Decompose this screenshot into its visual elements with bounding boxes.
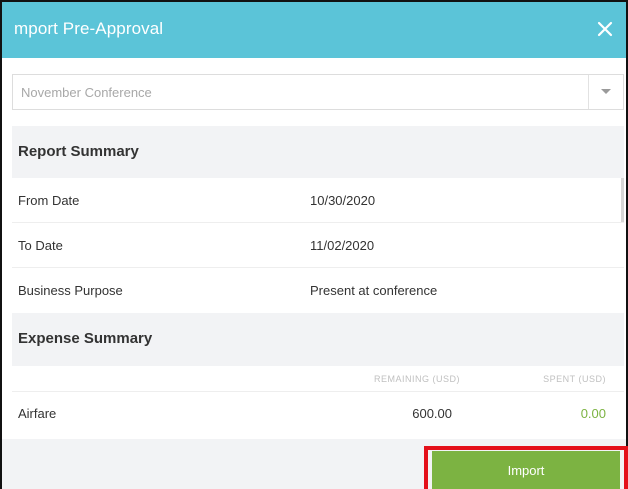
select-divider [588,75,589,109]
expense-remaining: 600.00 [412,406,452,421]
summary-value: 10/30/2020 [310,193,376,208]
expense-column-headers: REMAINING (USD) SPENT (USD) [12,366,624,392]
summary-label: From Date [18,193,80,208]
summary-row-business-purpose: Business Purpose Present at conference [12,268,624,313]
summary-label: To Date [18,238,63,253]
pre-approval-select[interactable]: November Conference [12,74,624,110]
expense-spent: 0.00 [580,406,606,421]
remaining-column-header: REMAINING (USD) [374,374,460,384]
report-summary-heading: Report Summary [18,143,139,160]
close-icon [597,21,613,37]
summary-label: Business Purpose [18,283,123,298]
expense-summary-heading: Expense Summary [18,330,153,347]
summary-row-to-date: To Date 11/02/2020 [12,223,624,268]
chevron-down-icon[interactable] [601,89,611,94]
import-button[interactable]: Import [432,451,620,489]
expense-row-airfare: Airfare 600.00 0.00 [12,393,624,437]
pre-approval-select-value: November Conference [21,85,152,100]
import-pre-approval-dialog: mport Pre-Approval November Conference R… [0,0,628,489]
expense-name: Airfare [18,406,57,421]
dialog-title: mport Pre-Approval [14,19,164,38]
summary-value: 11/02/2020 [310,238,375,253]
spent-column-header: SPENT (USD) [543,374,606,384]
summary-row-from-date: From Date 10/30/2020 [12,178,624,223]
dialog-titlebar: mport Pre-Approval [2,2,626,58]
close-button[interactable] [592,14,618,44]
summary-value: Present at conference [310,283,438,298]
expense-summary-header: Expense Summary [12,313,624,366]
report-summary-header: Report Summary [12,126,624,178]
